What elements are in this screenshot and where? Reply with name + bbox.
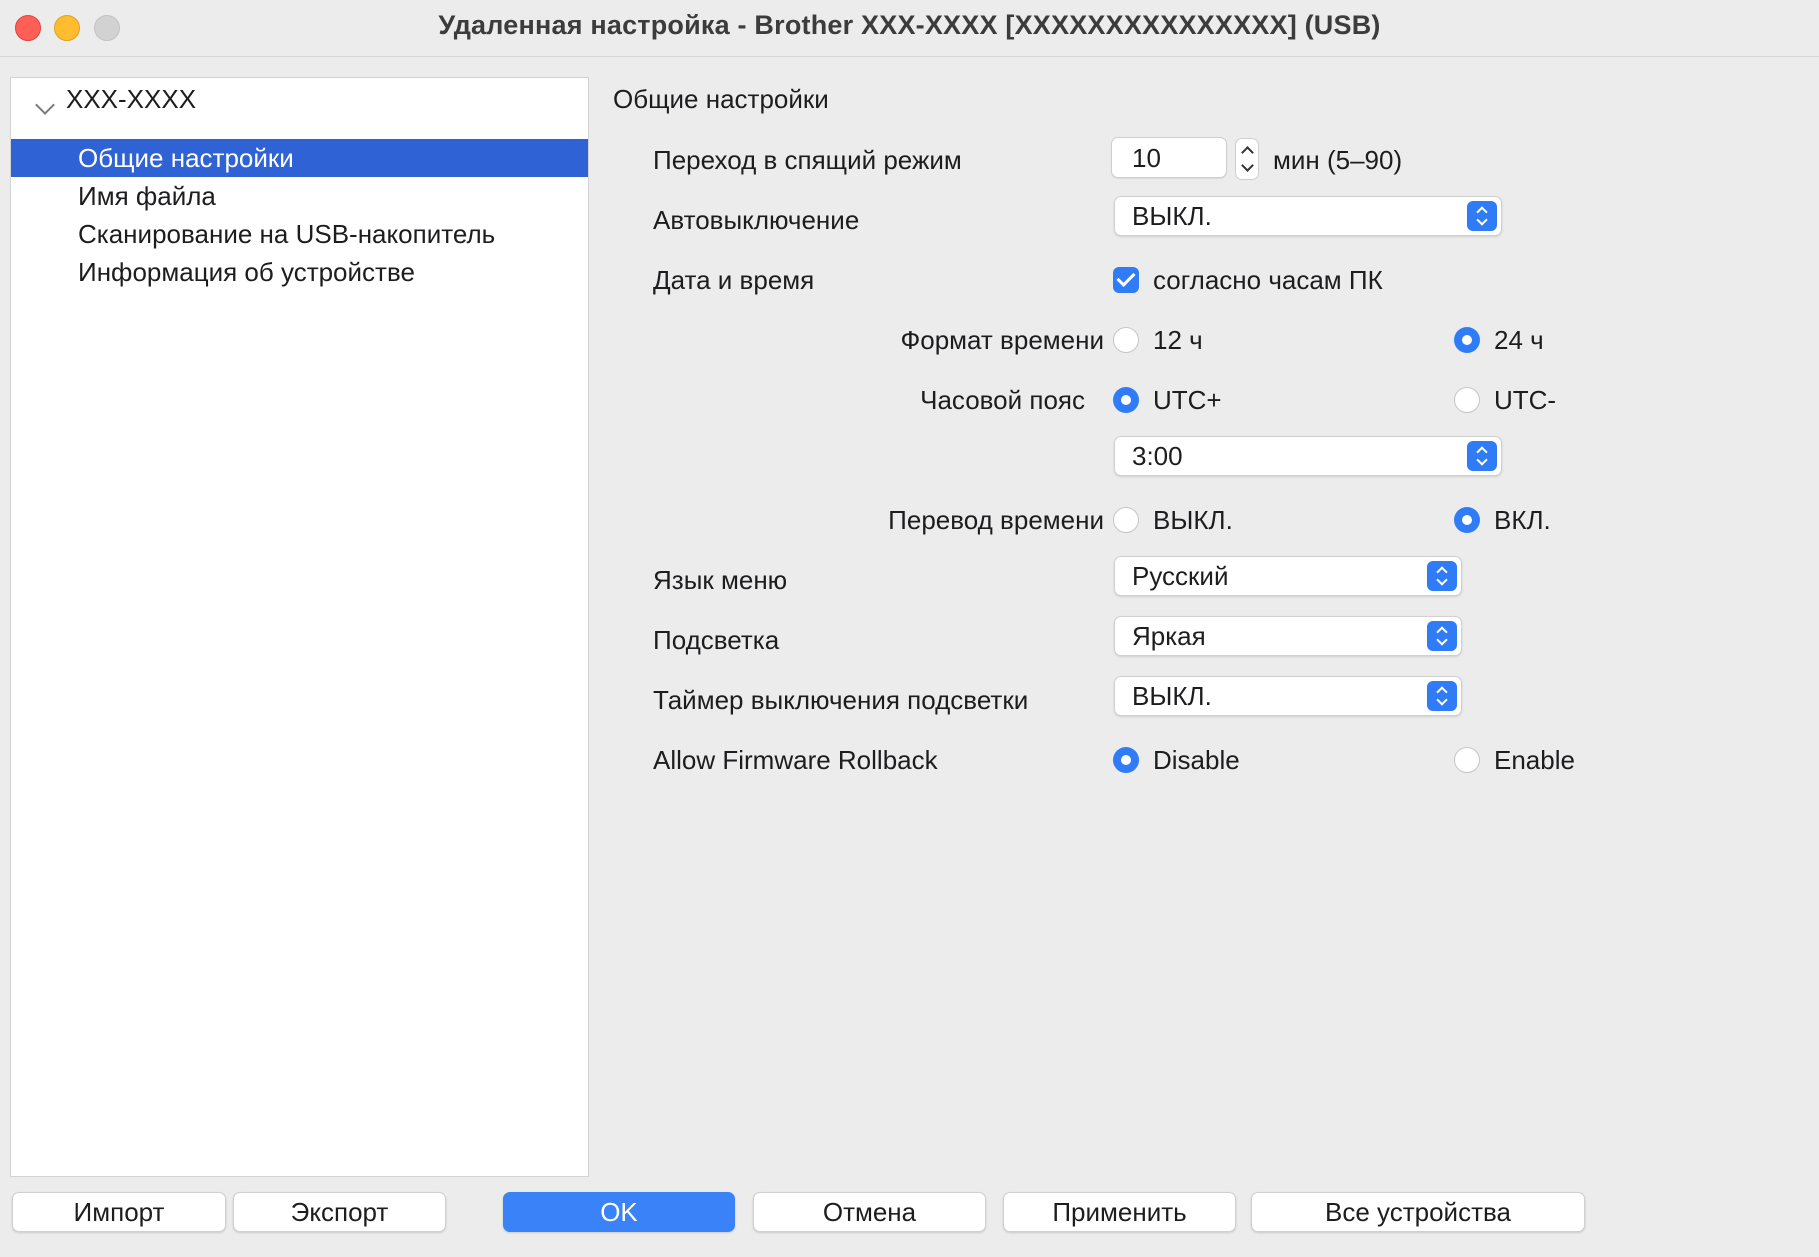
- sidebar-item-device-info[interactable]: Информация об устройстве: [11, 253, 588, 291]
- sidebar-tree: XXX-XXXX Общие настройки Имя файла Скани…: [10, 77, 589, 1177]
- sidebar-item-scan-to-usb[interactable]: Сканирование на USB-накопитель: [11, 215, 588, 253]
- auto-off-select[interactable]: ВЫКЛ.: [1114, 196, 1502, 236]
- all-devices-button[interactable]: Все устройства: [1251, 1192, 1585, 1232]
- backlight-timer-value: ВЫКЛ.: [1132, 681, 1212, 711]
- time-format-24h-radio[interactable]: [1454, 327, 1480, 353]
- tree-root-device[interactable]: XXX-XXXX: [66, 84, 196, 115]
- select-arrows-icon: [1427, 561, 1457, 591]
- select-arrows-icon: [1467, 441, 1497, 471]
- window-title: Удаленная настройка - Brother XXX-XXXX […: [438, 10, 1381, 40]
- firmware-rollback-enable-radio[interactable]: [1454, 747, 1480, 773]
- backlight-value: Яркая: [1132, 621, 1206, 651]
- time-format-24h-label: 24 ч: [1494, 325, 1544, 355]
- backlight-select[interactable]: Яркая: [1114, 616, 1462, 656]
- timezone-utc-plus-label: UTC+: [1153, 385, 1222, 415]
- timezone-utc-minus-radio[interactable]: [1454, 387, 1480, 413]
- sidebar-item-file-name[interactable]: Имя файла: [11, 177, 588, 215]
- timezone-offset-value: 3:00: [1132, 441, 1183, 471]
- datetime-label: Дата и время: [653, 265, 815, 295]
- firmware-rollback-enable-label: Enable: [1494, 745, 1575, 775]
- sleep-unit-label: мин (5–90): [1273, 145, 1403, 175]
- language-label: Язык меню: [653, 565, 788, 595]
- time-format-12h-label: 12 ч: [1153, 325, 1203, 355]
- sleep-time-input[interactable]: 10: [1111, 137, 1227, 178]
- cancel-button[interactable]: Отмена: [753, 1192, 986, 1232]
- remote-setup-window: Удаленная настройка - Brother XXX-XXXX […: [0, 0, 1819, 1257]
- sidebar-item-general-settings[interactable]: Общие настройки: [11, 139, 588, 177]
- language-value: Русский: [1132, 561, 1229, 591]
- select-arrows-icon: [1427, 621, 1457, 651]
- sync-pc-clock-label: согласно часам ПК: [1153, 265, 1383, 295]
- ok-button[interactable]: OK: [503, 1192, 735, 1232]
- section-title: Общие настройки: [613, 84, 829, 114]
- dst-label: Перевод времени: [888, 505, 1104, 535]
- select-arrows-icon: [1427, 681, 1457, 711]
- chevron-up-icon[interactable]: [1241, 146, 1254, 159]
- language-select[interactable]: Русский: [1114, 556, 1462, 596]
- chevron-down-icon[interactable]: [35, 95, 55, 115]
- time-format-12h-radio[interactable]: [1113, 327, 1139, 353]
- auto-off-label: Автовыключение: [653, 205, 860, 235]
- dst-off-radio[interactable]: [1113, 507, 1139, 533]
- firmware-rollback-disable-label: Disable: [1153, 745, 1240, 775]
- import-button[interactable]: Импорт: [12, 1192, 226, 1232]
- timezone-utc-minus-label: UTC-: [1494, 385, 1557, 415]
- backlight-timer-label: Таймер выключения подсветки: [653, 685, 1029, 715]
- dst-on-label: ВКЛ.: [1494, 505, 1551, 535]
- time-format-label: Формат времени: [900, 325, 1104, 355]
- apply-button[interactable]: Применить: [1003, 1192, 1236, 1232]
- timezone-utc-plus-radio[interactable]: [1113, 387, 1139, 413]
- firmware-rollback-disable-radio[interactable]: [1113, 747, 1139, 773]
- backlight-label: Подсветка: [653, 625, 780, 655]
- auto-off-value: ВЫКЛ.: [1132, 201, 1212, 231]
- export-button[interactable]: Экспорт: [233, 1192, 446, 1232]
- sleep-label: Переход в спящий режим: [653, 145, 962, 175]
- title-bar: Удаленная настройка - Brother XXX-XXXX […: [0, 0, 1819, 57]
- timezone-label: Часовой пояс: [920, 385, 1085, 415]
- firmware-rollback-label: Allow Firmware Rollback: [653, 745, 938, 775]
- dst-on-radio[interactable]: [1454, 507, 1480, 533]
- timezone-offset-select[interactable]: 3:00: [1114, 436, 1502, 476]
- dst-off-label: ВЫКЛ.: [1153, 505, 1233, 535]
- sync-pc-clock-checkbox[interactable]: [1113, 267, 1139, 293]
- select-arrows-icon: [1467, 201, 1497, 231]
- backlight-timer-select[interactable]: ВЫКЛ.: [1114, 676, 1462, 716]
- sleep-time-stepper[interactable]: [1235, 138, 1259, 180]
- chevron-down-icon[interactable]: [1241, 159, 1254, 172]
